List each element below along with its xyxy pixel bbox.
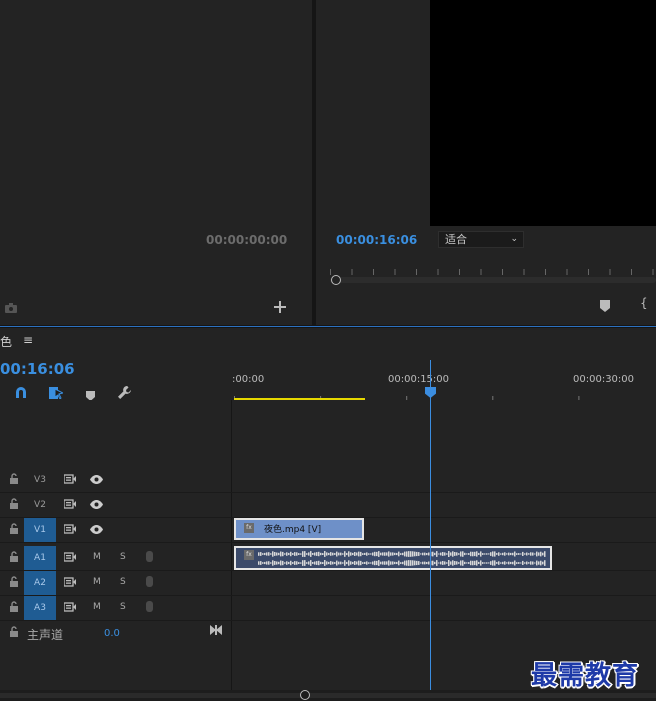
toggle-output-icon[interactable] [63,577,76,590]
lock-icon[interactable] [9,576,19,588]
snap-icon[interactable] [15,384,27,398]
lock-icon[interactable] [9,473,19,485]
toggle-output-icon[interactable] [63,474,76,487]
mute-button[interactable]: M [93,552,101,562]
track-row-v3[interactable]: V3 [0,468,656,493]
track-row-v2[interactable]: V2 [0,493,656,518]
track-row-a2[interactable]: A2 M S [0,571,656,596]
solo-button[interactable]: S [120,552,126,562]
active-panel-highlight [0,326,656,327]
fit-zoom-select[interactable]: 适合 ⌄ [438,231,524,248]
wrench-icon[interactable] [118,384,131,399]
program-video-frame [430,0,656,226]
solo-button[interactable]: S [120,577,126,587]
marker-icon[interactable] [600,297,610,312]
chevron-down-icon: ⌄ [510,234,518,244]
playhead-line[interactable] [430,360,431,690]
track-row-a3[interactable]: A3 M S [0,596,656,621]
mic-icon[interactable] [146,551,153,562]
mic-icon[interactable] [146,576,153,587]
source-monitor [0,0,312,325]
toggle-output-icon[interactable] [63,552,76,565]
ruler-label-start: :00:00 [232,374,265,385]
video-clip[interactable]: fx 夜色.mp4 [V] [234,518,364,540]
mute-button[interactable]: M [93,602,101,612]
toggle-output-icon[interactable] [63,499,76,512]
master-track-label: 主声道 [27,628,64,642]
ruler-label-15s: 00:00:15:00 [388,374,450,385]
audio-waveform [258,551,546,566]
lock-icon[interactable] [9,498,19,510]
ruler-label-30s: 00:00:30:00 [573,374,635,385]
panel-menu-icon[interactable]: ≡ [23,333,33,347]
lock-icon[interactable] [9,601,19,613]
toggle-output-icon[interactable] [63,524,76,537]
program-ruler[interactable] [330,262,656,275]
source-timecode[interactable]: 00:00:00:00 [206,233,287,247]
fx-badge: fx [244,523,254,533]
audio-clip[interactable]: fx [234,546,552,570]
video-clip-label: 夜色.mp4 [V] [264,525,322,535]
mic-icon[interactable] [146,601,153,612]
timeline-timecode[interactable]: 00:16:06 [0,360,75,378]
track-target-a2[interactable]: A2 [24,571,56,595]
eye-icon[interactable] [90,499,103,512]
eye-icon[interactable] [90,474,103,487]
solo-button[interactable]: S [120,602,126,612]
master-volume-value[interactable]: 0.0 [104,628,120,639]
track-headers [0,400,232,690]
watermark-logo: 最需教育 [531,661,640,691]
track-target-a3[interactable]: A3 [24,596,56,620]
eye-icon[interactable] [90,524,103,537]
program-zoom-handle[interactable] [331,275,341,285]
timeline-ruler[interactable] [232,389,656,404]
track-area[interactable] [232,400,656,690]
fit-zoom-label: 适合 [445,233,467,246]
timeline-zoom-handle[interactable] [300,690,310,700]
program-scrub-bar[interactable] [330,277,656,283]
toggle-output-icon[interactable] [63,602,76,615]
track-target-a1[interactable]: A1 [24,546,56,570]
track-target-v3[interactable]: V3 [24,468,56,492]
lock-icon[interactable] [9,626,19,640]
linked-selection-icon[interactable] [49,384,65,400]
camera-icon[interactable] [5,298,17,313]
go-to-end-icon[interactable] [210,625,222,638]
mute-button[interactable]: M [93,577,101,587]
track-target-v1[interactable]: V1 [24,518,56,542]
lock-icon[interactable] [9,551,19,563]
timeline-tab-title[interactable]: 色 [0,333,12,350]
add-icon[interactable] [274,298,286,313]
timeline-scroll-track[interactable] [0,693,656,698]
track-target-v2[interactable]: V2 [24,493,56,517]
lock-icon[interactable] [9,523,19,535]
mark-in-icon[interactable]: { [640,296,648,310]
program-timecode[interactable]: 00:00:16:06 [336,233,417,247]
add-marker-icon[interactable] [86,386,95,401]
